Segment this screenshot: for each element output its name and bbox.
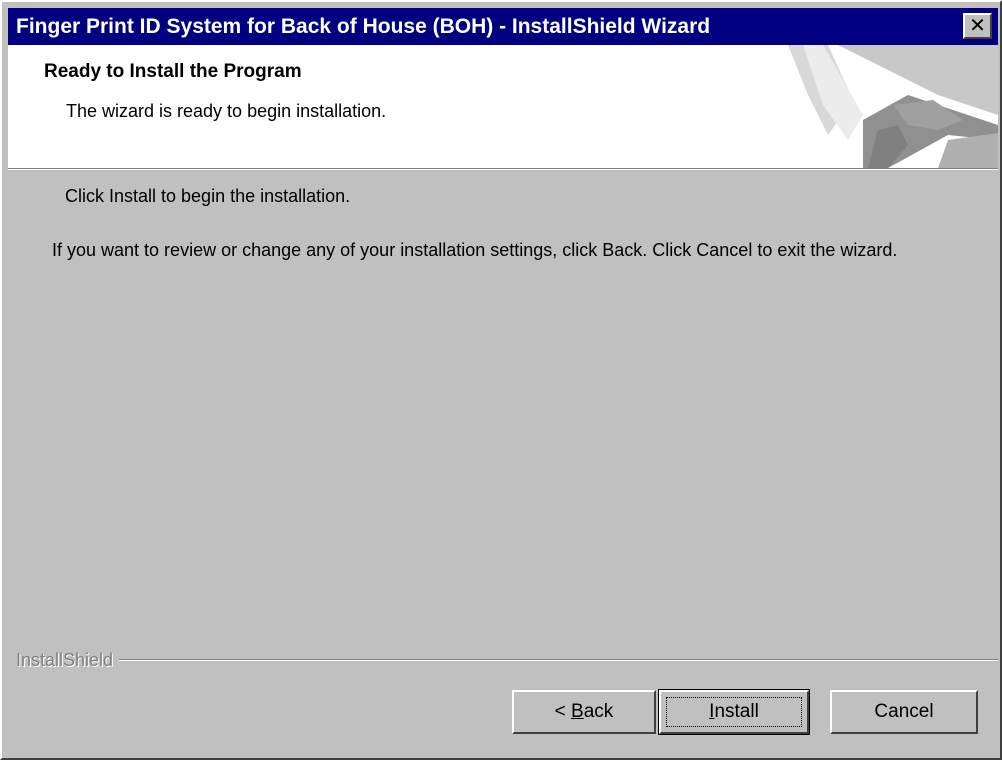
page-title: Ready to Install the Program <box>44 61 302 82</box>
back-prefix: < <box>554 701 572 722</box>
install-button[interactable]: Install <box>658 689 810 735</box>
instruction-text: Click Install to begin the installation. <box>65 186 351 206</box>
brand-line <box>16 659 998 661</box>
back-label: ack <box>583 701 614 722</box>
back-button[interactable]: < Back <box>512 690 656 734</box>
installshield-label: InstallShield <box>16 648 120 672</box>
installshield-banner-graphic <box>768 45 998 168</box>
page-subtitle: The wizard is ready to begin installatio… <box>66 101 387 121</box>
back-mnemonic: B <box>571 701 584 722</box>
focus-rect <box>666 697 802 727</box>
installer-window: Finger Print ID System for Back of House… <box>0 0 1002 760</box>
close-button[interactable]: ✕ <box>963 13 992 39</box>
review-text: If you want to review or change any of y… <box>52 240 898 260</box>
brand-divider: InstallShield <box>16 648 998 672</box>
window-title: Finger Print ID System for Back of House… <box>16 15 711 38</box>
wizard-header: Ready to Install the Program The wizard … <box>8 45 998 168</box>
header-divider <box>8 168 998 170</box>
cancel-button[interactable]: Cancel <box>830 690 978 734</box>
title-bar[interactable]: Finger Print ID System for Back of House… <box>8 8 998 45</box>
close-icon: ✕ <box>969 13 986 37</box>
